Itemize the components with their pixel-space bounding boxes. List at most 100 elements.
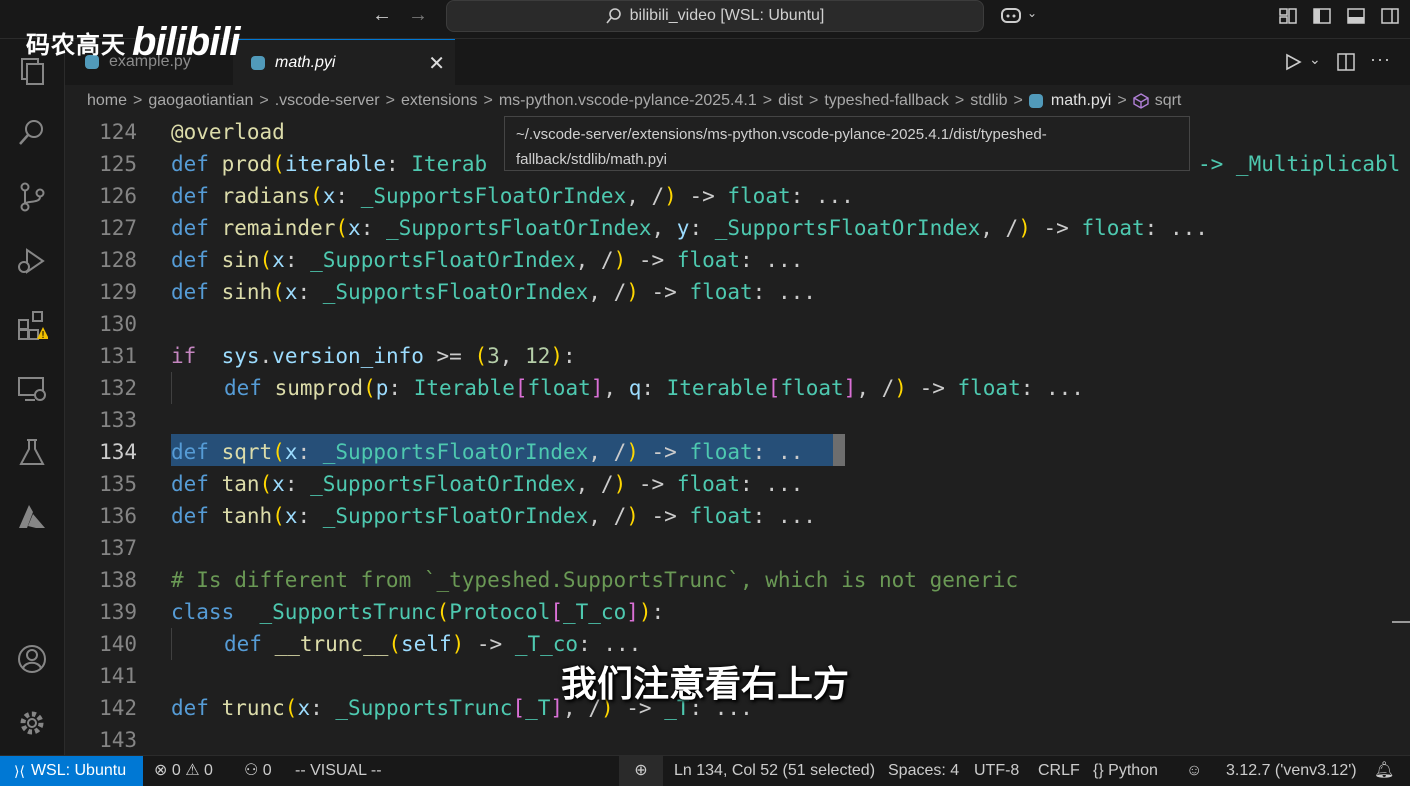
- code-token: def: [171, 440, 222, 464]
- run-python-icon[interactable]: [1284, 53, 1302, 71]
- forward-arrow-icon[interactable]: →: [408, 4, 428, 27]
- python-interpreter[interactable]: 3.12.7 ('venv3.12'): [1226, 756, 1357, 786]
- window-title: bilibili_video [WSL: Ubuntu]: [629, 7, 825, 24]
- breadcrumb-item[interactable]: .vscode-server: [275, 92, 380, 110]
- code-text: if sys.version_info >= (3, 12):: [171, 340, 576, 372]
- code-token: sin: [221, 248, 260, 272]
- testing-icon[interactable]: [16, 437, 48, 469]
- command-center[interactable]: bilibili_video [WSL: Ubuntu]: [446, 0, 984, 32]
- code-token: ,: [603, 376, 629, 400]
- code-line[interactable]: 143: [65, 724, 1410, 755]
- code-line[interactable]: 129 def sinh(x: _SupportsFloatOrIndex, /)…: [65, 276, 1410, 308]
- copilot-status-icon[interactable]: ☺: [1186, 756, 1202, 786]
- line-number: 125: [99, 152, 137, 176]
- code-token: x: [284, 440, 298, 464]
- back-arrow-icon[interactable]: ←: [372, 4, 392, 27]
- code-token: : ...: [752, 504, 816, 528]
- code-text: def remainder(x: _SupportsFloatOrIndex, …: [171, 212, 1208, 244]
- code-token: float: [676, 472, 741, 496]
- code-token: (: [335, 216, 349, 240]
- breadcrumb-item-symbol[interactable]: sqrt: [1155, 92, 1182, 110]
- code-token: 3: [487, 344, 500, 368]
- azure-icon[interactable]: [16, 501, 48, 533]
- manage-gear-icon[interactable]: [16, 707, 48, 739]
- code-line[interactable]: 133: [65, 404, 1410, 436]
- toggle-primary-sidebar-icon[interactable]: [1313, 8, 1331, 24]
- breadcrumb-item-file[interactable]: math.pyi: [1051, 92, 1111, 110]
- code-token: q: [628, 376, 642, 400]
- chevron-down-icon[interactable]: ⌄: [1027, 6, 1037, 20]
- code-token: ]: [843, 376, 857, 400]
- code-line[interactable]: 127 def remainder(x: _SupportsFloatOrInde…: [65, 212, 1410, 244]
- code-token: _SupportsFloatOrIndex: [310, 248, 576, 272]
- code-token: : ...: [790, 184, 854, 208]
- code-token: ->: [638, 440, 690, 464]
- code-token: [: [514, 376, 528, 400]
- remote-explorer-icon[interactable]: [16, 373, 48, 405]
- encoding[interactable]: UTF-8: [974, 756, 1019, 786]
- code-token: ,: [499, 344, 526, 368]
- code-token: def: [224, 632, 275, 656]
- code-token: def: [171, 216, 222, 240]
- breadcrumb-item[interactable]: extensions: [401, 92, 478, 110]
- code-token: float: [957, 376, 1021, 400]
- line-number: 138: [99, 568, 137, 592]
- code-line[interactable]: 135 def tan(x: _SupportsFloatOrIndex, /) …: [65, 468, 1410, 500]
- code-token: : ...: [1144, 216, 1208, 240]
- code-line[interactable]: 137: [65, 532, 1410, 564]
- source-control-icon[interactable]: [16, 181, 48, 213]
- code-token: ): [894, 376, 907, 400]
- code-line[interactable]: 136 def tanh(x: _SupportsFloatOrIndex, /)…: [65, 500, 1410, 532]
- run-chevron-down-icon[interactable]: ⌄: [1309, 51, 1321, 68]
- ports-indicator[interactable]: ⚇ 0: [244, 756, 272, 786]
- notifications-bell-icon[interactable]: 🔔︎: [1374, 756, 1394, 786]
- code-line[interactable]: 130: [65, 308, 1410, 340]
- code-token: :: [641, 376, 667, 400]
- code-token: def: [224, 376, 275, 400]
- run-and-debug-icon[interactable]: [16, 245, 48, 277]
- more-actions-icon[interactable]: ···: [1370, 49, 1391, 70]
- close-icon[interactable]: ✕: [428, 51, 445, 76]
- breadcrumb-item[interactable]: home: [87, 92, 127, 110]
- line-number: 130: [99, 312, 137, 336]
- code-token: x: [272, 472, 285, 496]
- breadcrumb-item[interactable]: typeshed-fallback: [824, 92, 949, 110]
- customize-layout-icon[interactable]: [1279, 8, 1297, 24]
- code-line[interactable]: 126 def radians(x: _SupportsFloatOrIndex,…: [65, 180, 1410, 212]
- code-token: :: [689, 216, 715, 240]
- code-line-current[interactable]: 134 def sqrt(x: _SupportsFloatOrIndex, /)…: [65, 436, 1410, 468]
- indentation[interactable]: Spaces: 4: [888, 756, 959, 786]
- code-line[interactable]: 138 # Is different from `_typeshed.Suppor…: [65, 564, 1410, 596]
- code-token: (: [388, 632, 402, 656]
- problems-indicator[interactable]: ⊗ 0 ⚠ 0: [154, 756, 213, 786]
- broadcast-icon: ⚇: [244, 762, 259, 779]
- remote-label: WSL: Ubuntu: [30, 762, 127, 779]
- code-token: : ...: [752, 280, 816, 304]
- breadcrumb-item[interactable]: gaogaotiantian: [148, 92, 253, 110]
- breadcrumb-item[interactable]: stdlib: [970, 92, 1007, 110]
- code-token: :: [335, 184, 361, 208]
- remote-indicator[interactable]: ⟩⟨ WSL: Ubuntu: [0, 756, 143, 786]
- code-token: def: [171, 280, 222, 304]
- code-token: ): [626, 440, 639, 464]
- split-editor-icon[interactable]: [1337, 53, 1355, 71]
- code-line[interactable]: 131 if sys.version_info >= (3, 12):: [65, 340, 1410, 372]
- code-token: :: [297, 440, 323, 464]
- code-token: _SupportsTrunc: [259, 600, 437, 624]
- code-line[interactable]: 139 class _SupportsTrunc(Protocol[_T_co])…: [65, 596, 1410, 628]
- language-mode[interactable]: {} Python: [1093, 756, 1158, 786]
- code-token: (: [272, 504, 285, 528]
- breadcrumb-item[interactable]: dist: [778, 92, 803, 110]
- copilot-icon[interactable]: [1000, 6, 1022, 24]
- line-ending[interactable]: CRLF: [1038, 756, 1080, 786]
- toggle-panel-icon[interactable]: [1347, 8, 1365, 24]
- zoom-icon[interactable]: ⊕: [619, 756, 663, 786]
- search-icon[interactable]: [16, 117, 48, 149]
- code-line[interactable]: 132 def sumprod(p: Iterable[float], q: It…: [65, 372, 1410, 404]
- cursor-position[interactable]: Ln 134, Col 52 (51 selected): [674, 756, 875, 786]
- breadcrumb-item[interactable]: ms-python.vscode-pylance-2025.4.1: [499, 92, 757, 110]
- code-line[interactable]: 128 def sin(x: _SupportsFloatOrIndex, /) …: [65, 244, 1410, 276]
- extensions-icon[interactable]: !: [16, 309, 49, 341]
- tab-math-pyi[interactable]: math.pyi ✕: [233, 39, 455, 85]
- toggle-secondary-sidebar-icon[interactable]: [1381, 8, 1399, 24]
